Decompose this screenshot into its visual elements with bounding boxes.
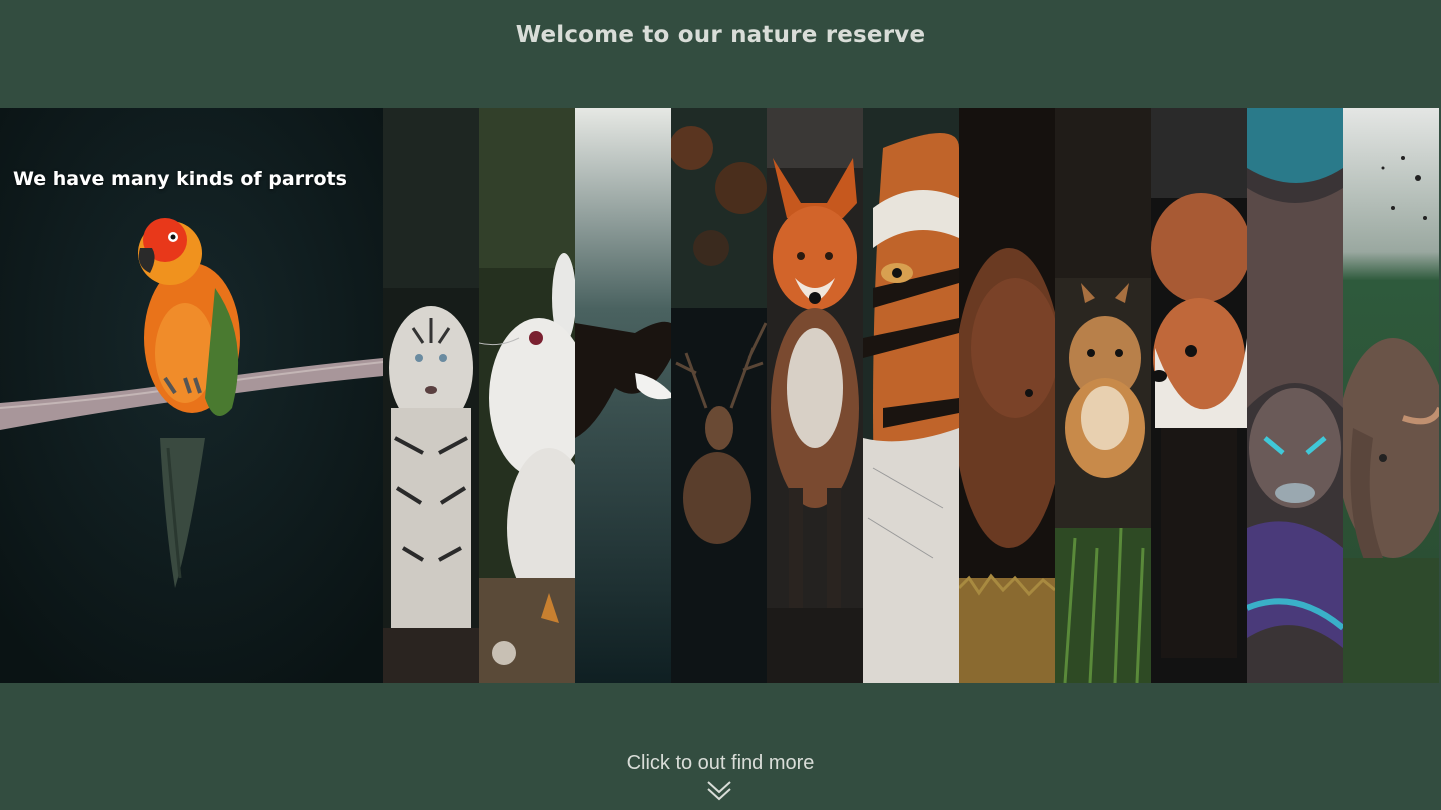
gallery-panel-red-panda[interactable]	[1151, 108, 1247, 683]
gallery-panel-fox[interactable]	[767, 108, 863, 683]
gallery-panel-parrot[interactable]: We have many kinds of parrots	[0, 108, 383, 683]
white-tiger-photo	[383, 108, 479, 683]
page-title: Welcome to our nature reserve	[515, 22, 926, 48]
gallery-panel-snake[interactable]	[1247, 108, 1343, 683]
double-chevron-down-icon[interactable]	[706, 780, 732, 802]
gallery-panel-elephant[interactable]	[1343, 108, 1439, 683]
tiger-photo	[863, 108, 959, 683]
snake-photo	[1247, 108, 1343, 683]
gallery-panel-bear[interactable]	[959, 108, 1055, 683]
squirrel-photo	[1055, 108, 1151, 683]
elephant-photo	[1343, 108, 1439, 683]
find-more-link[interactable]: Click to out find more	[0, 752, 1441, 775]
gallery-panel-tiger[interactable]	[863, 108, 959, 683]
gallery-panel-squirrel[interactable]	[1055, 108, 1151, 683]
fox-photo	[767, 108, 863, 683]
animal-gallery: We have many kinds of parrots	[0, 108, 1441, 683]
rabbit-photo	[479, 108, 575, 683]
gallery-panel-eagle[interactable]	[575, 108, 671, 683]
gallery-panel-white-tiger[interactable]	[383, 108, 479, 683]
red-panda-photo	[1151, 108, 1247, 683]
bear-photo	[959, 108, 1055, 683]
eagle-photo	[575, 108, 671, 683]
gallery-panel-deer[interactable]	[671, 108, 767, 683]
deer-photo	[671, 108, 767, 683]
gallery-panel-rabbit[interactable]	[479, 108, 575, 683]
gallery-caption: We have many kinds of parrots	[13, 168, 347, 190]
parrot-photo	[0, 108, 383, 683]
